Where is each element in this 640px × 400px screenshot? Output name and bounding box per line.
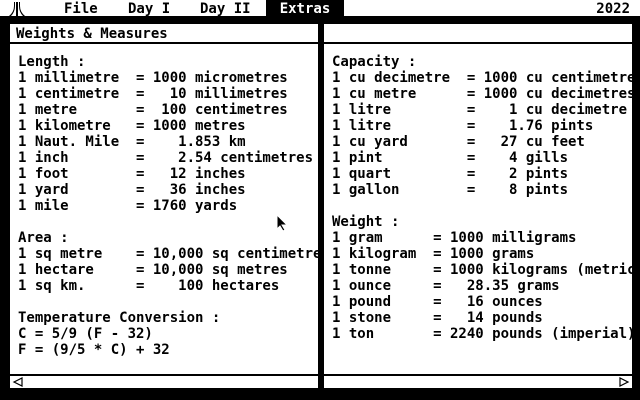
right-content: Capacity :1 cu decimetre = 1000 cu centi… [332,54,640,372]
window-title[interactable]: Weights & Measures [10,24,318,44]
weights-measures-window-right: Capacity :1 cu decimetre = 1000 cu centi… [322,22,640,390]
text-line: 1 quart = 2 pints [332,166,569,182]
text-line: 1 hectare = 10,000 sq metres [18,262,288,278]
left-content: Length :1 millimetre = 1000 micrometres 1… [18,54,330,372]
text-line: 1 centimetre = 10 millimetres [18,86,288,102]
window-bottom-bar [10,374,318,388]
text-line: 1 pint = 4 gills [332,150,569,166]
text-line: 1 mile = 1760 yards [18,198,238,214]
mouse-pointer-icon [276,214,288,232]
window-bottom-bar-right [324,374,632,388]
text-line: 1 metre = 100 centimetres [18,102,288,118]
atari-fuji-icon[interactable] [8,2,26,16]
text-line: 1 ton = 2240 pounds (imperial) [332,326,636,342]
text-line: 1 yard = 36 inches [18,182,246,198]
text-line: 1 ounce = 28.35 grams [332,278,560,294]
text-line: 1 millimetre = 1000 micrometres [18,70,288,86]
year-label: 2022 [596,1,630,17]
text-line: 1 tonne = 1000 kilograms (metric) [332,262,640,278]
text-line: 1 gallon = 8 pints [332,182,569,198]
text-line [332,198,630,214]
text-line: 1 litre = 1.76 pints [332,118,594,134]
text-line: 1 kilogram = 1000 grams [332,246,535,262]
text-line: 1 sq metre = 10,000 sq centimetres [18,246,330,262]
text-line: Capacity : [332,54,417,70]
text-line: C = 5/9 (F - 32) [18,326,153,342]
text-line: 1 stone = 14 pounds [332,310,543,326]
text-line [18,294,316,310]
scroll-right-arrow-icon[interactable] [618,377,630,387]
text-line: Weight : [332,214,400,230]
text-line: F = (9/5 * C) + 32 [18,342,170,358]
text-line: 1 gram = 1000 milligrams [332,230,577,246]
text-line: 1 litre = 1 cu decimetre [332,102,628,118]
text-line: 1 pound = 16 ounces [332,294,543,310]
text-line: 1 kilometre = 1000 metres [18,118,246,134]
text-line: 1 Naut. Mile = 1.853 km [18,134,246,150]
text-line: Temperature Conversion : [18,310,221,326]
text-line [18,214,316,230]
weights-measures-window-left: Weights & Measures Length :1 millimetre … [8,22,330,390]
text-line: 1 foot = 12 inches [18,166,246,182]
scroll-left-arrow-icon[interactable] [12,377,24,387]
menu-bar: File Day I Day II Extras 2022 [0,0,640,18]
menu-file[interactable]: File [58,0,104,17]
menu-day-ii[interactable]: Day II [194,0,257,17]
menu-day-i[interactable]: Day I [122,0,176,17]
text-line: 1 sq km. = 100 hectares [18,278,280,294]
text-line: Area : [18,230,69,246]
text-line: 1 cu metre = 1000 cu decimetres [332,86,636,102]
text-line: 1 inch = 2.54 centimetres [18,150,314,166]
text-line: 1 cu yard = 27 cu feet [332,134,585,150]
text-line: Length : [18,54,86,70]
menu-extras[interactable]: Extras [266,0,344,17]
window-title-right[interactable] [324,24,632,44]
text-line: 1 cu decimetre = 1000 cu centimetres [332,70,640,86]
